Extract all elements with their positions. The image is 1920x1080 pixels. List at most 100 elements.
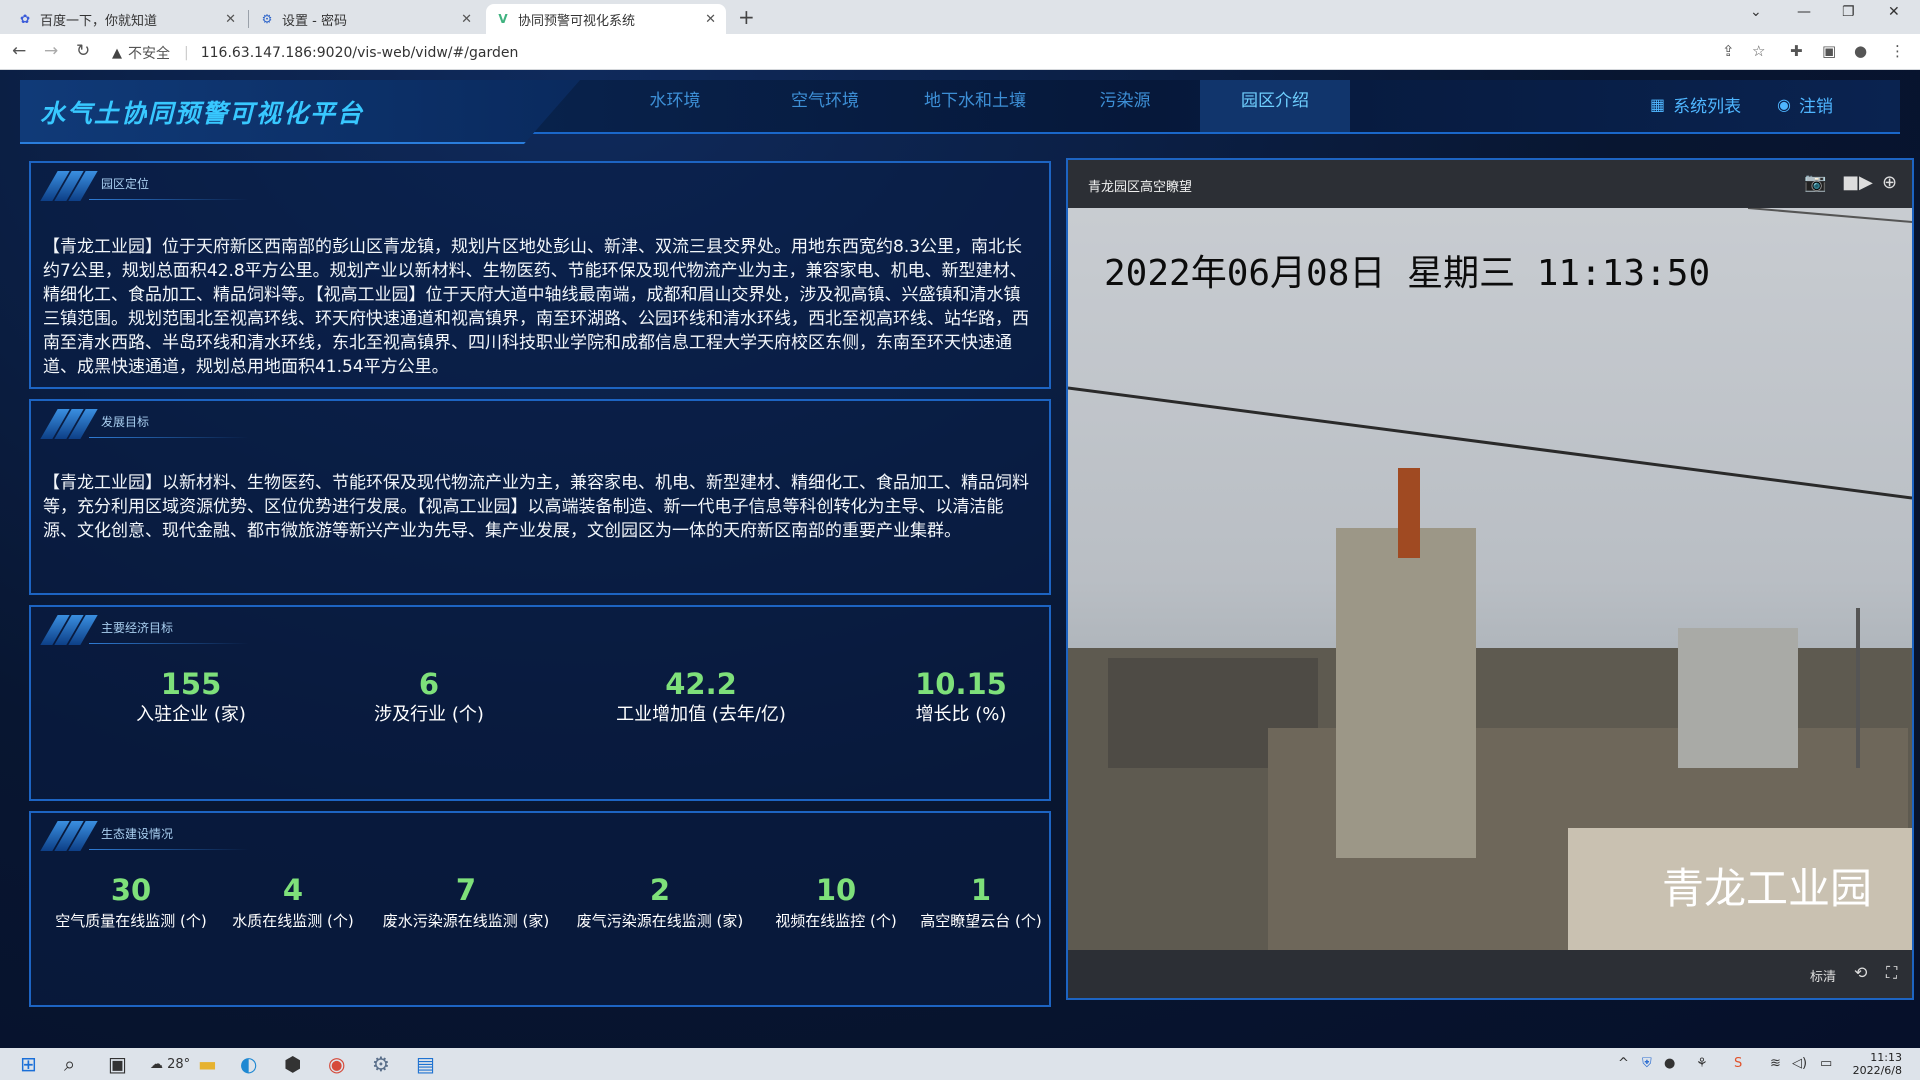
- panel-underline: [89, 199, 249, 200]
- bookmark-star-icon[interactable]: ☆: [1752, 42, 1765, 60]
- app-root: 水气土协同预警可视化平台 水环境 空气环境 地下水和土壤 污染源 园区介绍 ▦ …: [0, 70, 1920, 1048]
- tab-divider: [248, 10, 249, 28]
- stat-value: 10.15: [915, 667, 1007, 701]
- battery-icon[interactable]: ▭: [1820, 1056, 1832, 1071]
- tray-app-icon[interactable]: ●: [1664, 1056, 1675, 1071]
- restore-button[interactable]: ❐: [1842, 4, 1855, 20]
- stat-label: 工业增加值 (去年/亿): [616, 704, 786, 725]
- security-shield-icon[interactable]: ⛨: [1642, 1056, 1652, 1071]
- stat-label: 视频在线监控 (个): [775, 912, 897, 930]
- url-divider: |: [184, 45, 189, 61]
- browser-tab-active[interactable]: V 协同预警可视化系统 ✕: [486, 4, 726, 34]
- video-panel: 青龙园区高空瞭望 📷 ■▶ ⊕ 2022年06月08日 星期三 11:13:50…: [1066, 158, 1914, 1000]
- weather-widget[interactable]: ☁ 28°: [150, 1057, 190, 1072]
- browser-tab-settings[interactable]: ⚙ 设置 - 密码 ✕: [250, 4, 482, 34]
- panel-park-location: 园区定位 【青龙工业园】位于天府新区西南部的彭山区青龙镇，规划片区地处彭山、新津…: [29, 161, 1051, 389]
- office-building: [1678, 628, 1798, 768]
- panel-underline: [89, 437, 249, 438]
- search-icon[interactable]: ⌕: [64, 1052, 75, 1076]
- tab-title: 设置 - 密码: [282, 13, 347, 29]
- chimney: [1398, 468, 1420, 558]
- edge-browser-icon[interactable]: ◐: [240, 1052, 257, 1076]
- stat-observation-platforms: 1 高空瞭望云台 (个): [915, 873, 1047, 935]
- stat-value: 2: [649, 873, 671, 907]
- close-icon[interactable]: ✕: [225, 12, 236, 27]
- panel-economic-targets: 主要经济目标 155 入驻企业 (家) 6 涉及行业 (个) 42.2 工业增加…: [29, 605, 1051, 801]
- stat-value: 1: [970, 873, 992, 907]
- tray-overflow-icon[interactable]: ^: [1618, 1056, 1629, 1071]
- replay-icon[interactable]: ⟲: [1854, 963, 1867, 982]
- back-icon[interactable]: ←: [12, 41, 26, 61]
- chrome-icon[interactable]: ◉: [328, 1052, 345, 1076]
- video-title: 青龙园区高空瞭望: [1088, 180, 1193, 195]
- stat-waste-gas-sources: 2 废气污染源在线监测 (家): [565, 873, 755, 935]
- browser-tab-baidu[interactable]: ✿ 百度一下，你就知道 ✕: [8, 4, 246, 34]
- tray-app-icon[interactable]: ⚘: [1696, 1056, 1708, 1071]
- menu-water[interactable]: 水环境: [600, 80, 750, 132]
- stat-label: 入驻企业 (家): [136, 704, 246, 725]
- grid-icon: ▦: [1650, 95, 1666, 114]
- stat-value: 42.2: [665, 667, 737, 701]
- power-line: [1747, 208, 1912, 223]
- stat-water-quality-monitors: 4 水质在线监测 (个): [223, 873, 363, 935]
- stat-label: 废水污染源在线监测 (家): [382, 912, 550, 930]
- profile-icon[interactable]: ●: [1854, 42, 1867, 60]
- app-window-icon[interactable]: ▤: [416, 1052, 435, 1076]
- stat-video-monitors: 10 视频在线监控 (个): [761, 873, 911, 935]
- close-icon[interactable]: ✕: [461, 12, 472, 27]
- panel-underline: [89, 643, 249, 644]
- wifi-icon[interactable]: ≋: [1770, 1056, 1781, 1071]
- volume-icon[interactable]: ◁): [1792, 1056, 1807, 1071]
- extensions-icon[interactable]: ✚: [1790, 42, 1803, 60]
- app-cube-icon[interactable]: ⬢: [284, 1052, 301, 1076]
- system-clock[interactable]: 11:13 2022/6/8: [1853, 1051, 1902, 1077]
- new-tab-button[interactable]: +: [738, 5, 755, 29]
- settings-app-icon[interactable]: ⚙: [372, 1052, 390, 1076]
- url-text: 116.63.147.186:9020/vis-web/vidw/#/garde…: [200, 45, 519, 61]
- tab-search-icon[interactable]: ⌄: [1750, 4, 1762, 20]
- reload-icon[interactable]: ↻: [76, 41, 90, 61]
- video-stream[interactable]: 2022年06月08日 星期三 11:13:50 青龙工业园: [1068, 208, 1912, 952]
- side-panel-icon[interactable]: ▣: [1822, 42, 1836, 60]
- fullscreen-icon[interactable]: ⛶: [1886, 963, 1897, 983]
- forward-icon[interactable]: →: [44, 41, 58, 61]
- stat-wastewater-sources: 7 废水污染源在线监测 (家): [371, 873, 561, 935]
- panel-header: 生态建设情况: [40, 821, 251, 851]
- quality-selector[interactable]: 标清: [1810, 966, 1836, 985]
- tray-app-icon[interactable]: S: [1734, 1056, 1742, 1071]
- user-circle-icon: ◉: [1777, 95, 1791, 114]
- camera-snapshot-icon[interactable]: 📷: [1804, 172, 1826, 193]
- system-list-button[interactable]: ▦ 系统列表: [1650, 92, 1741, 117]
- close-icon[interactable]: ✕: [705, 12, 716, 27]
- panel-ecology: 生态建设情况 30 空气质量在线监测 (个) 4 水质在线监测 (个) 7 废水…: [29, 811, 1051, 1007]
- app-title: 水气土协同预警可视化平台: [40, 99, 365, 128]
- menu-pollution-source[interactable]: 污染源: [1050, 80, 1200, 132]
- share-icon[interactable]: ⇪: [1722, 42, 1735, 60]
- panel-title: 生态建设情况: [101, 827, 174, 841]
- minimize-button[interactable]: —: [1797, 4, 1811, 20]
- gear-icon: ⚙: [261, 12, 273, 26]
- stat-industries: 6 涉及行业 (个): [309, 667, 549, 729]
- stat-value: 30: [110, 873, 152, 907]
- menu-groundwater-soil[interactable]: 地下水和土壤: [900, 80, 1050, 132]
- windows-start-icon[interactable]: ⊞: [20, 1052, 37, 1076]
- more-menu-icon[interactable]: ⋮: [1890, 42, 1905, 60]
- park-location-text: 【青龙工业园】位于天府新区西南部的彭山区青龙镇，规划片区地处彭山、新津、双流三县…: [43, 237, 1029, 377]
- url-field[interactable]: ▲ 不安全 | 116.63.147.186:9020/vis-web/vidw…: [112, 43, 518, 63]
- panel-development-goals: 发展目标 【青龙工业园】以新材料、生物医药、节能环保及现代物流产业为主，兼容家电…: [29, 399, 1051, 595]
- close-window-button[interactable]: ✕: [1888, 4, 1900, 20]
- stat-label: 废气污染源在线监测 (家): [576, 912, 744, 930]
- system-list-label: 系统列表: [1673, 97, 1742, 117]
- stat-label: 高空瞭望云台 (个): [920, 912, 1042, 930]
- tab-title: 协同预警可视化系统: [518, 13, 636, 29]
- logout-button[interactable]: ◉ 注销: [1777, 92, 1833, 117]
- task-view-icon[interactable]: ▣: [108, 1052, 127, 1076]
- panel-title: 园区定位: [101, 177, 150, 191]
- menu-park-intro[interactable]: 园区介绍: [1200, 80, 1350, 132]
- menu-air[interactable]: 空气环境: [750, 80, 900, 132]
- vue-logo-icon: V: [498, 12, 508, 26]
- stat-label: 空气质量在线监测 (个): [55, 912, 207, 930]
- video-record-icon[interactable]: ■▶: [1842, 172, 1873, 193]
- file-explorer-icon[interactable]: ▬: [198, 1052, 217, 1076]
- zoom-in-icon[interactable]: ⊕: [1882, 172, 1897, 193]
